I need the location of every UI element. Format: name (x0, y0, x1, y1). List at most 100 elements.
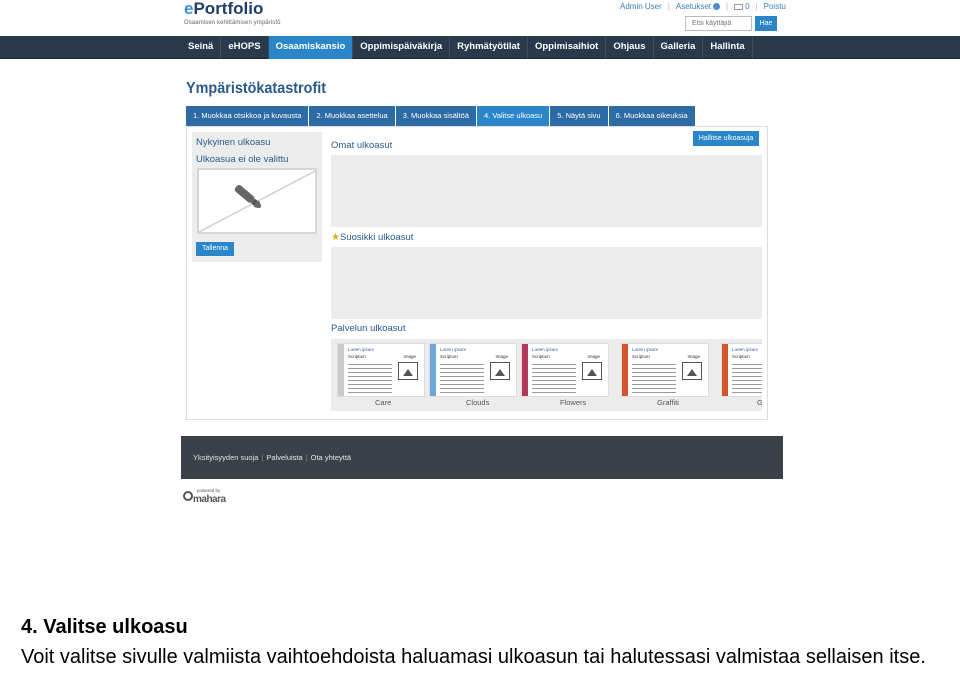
own-themes-heading: Omat ulkoasut (331, 140, 393, 151)
thumb-title: Lorem ipsum (440, 347, 467, 352)
nav-item-hallinta[interactable]: Hallinta (703, 36, 753, 59)
theme-name-flowers[interactable]: Flowers (560, 398, 586, 407)
nav-item-oppimispaivakirja[interactable]: Oppimispäiväkirja (353, 36, 451, 59)
mahara-logo-icon (183, 491, 193, 501)
nav-item-ehops[interactable]: eHOPS (221, 36, 269, 59)
mahara-text: mahara (193, 494, 226, 505)
thumb-text-lines (732, 361, 762, 395)
step-6-tab[interactable]: 6. Muokkaa oikeuksia (608, 106, 696, 126)
save-button[interactable]: Tallenna (196, 242, 234, 256)
current-theme-panel: Nykyinen ulkoasu Ulkoasua ei ole valittu… (192, 132, 322, 262)
thumb-col1: Scriptum (348, 354, 366, 359)
theme-thumb-care[interactable]: Lorem ipsum Scriptum Image (337, 343, 425, 397)
footer-link-services[interactable]: Palveluista (266, 453, 302, 462)
step-1-tab[interactable]: 1. Muokkaa otsikkoa ja kuvausta (186, 106, 310, 126)
thumb-col2: Image (687, 354, 700, 359)
thumb-col2: Image (403, 354, 416, 359)
nav-item-seina[interactable]: Seinä (181, 36, 222, 59)
step-3-tab[interactable]: 3. Muokkaa sisältöä (395, 106, 477, 126)
search-input[interactable] (685, 16, 752, 31)
current-theme-value: Ulkoasua ei ole valittu (196, 154, 289, 165)
step-5-tab[interactable]: 5. Näytä sivu (550, 106, 609, 126)
thumb-col1: Scriptum (632, 354, 650, 359)
eportfolio-logo[interactable]: ePortfolio Osaamisen kehittämisen ympäri… (184, 0, 281, 26)
theme-thumb-clouds[interactable]: Lorem ipsum Scriptum Image (429, 343, 517, 397)
theme-color-bar (722, 344, 728, 396)
thumb-col1: Scriptum (732, 354, 750, 359)
image-icon (682, 362, 702, 380)
thumb-title: Lorem ipsum (348, 347, 375, 352)
mahara-logo[interactable]: powered by mahara (183, 488, 237, 508)
image-icon (398, 362, 418, 380)
theme-name-care[interactable]: Care (375, 398, 391, 407)
separator: | (305, 453, 308, 462)
thumb-col1: Scriptum (440, 354, 458, 359)
theme-thumb-partial[interactable]: Lorem ipsum Scriptum (721, 343, 762, 397)
theme-color-bar (522, 344, 528, 396)
theme-color-bar (430, 344, 436, 396)
theme-preview (197, 168, 317, 234)
service-themes-list: Lorem ipsum Scriptum Image Care Lorem ip… (331, 339, 762, 411)
messages-count: 0 (745, 2, 750, 11)
footer-link-privacy[interactable]: Yksityisyyden suoja (193, 453, 258, 462)
thumb-title: Lorem ipsum (732, 347, 759, 352)
user-profile-link[interactable]: Admin User (620, 2, 662, 11)
nav-item-galleria[interactable]: Galleria (654, 36, 704, 59)
favorite-themes-heading: ★Suosikki ulkoasut (331, 232, 413, 243)
logo-tagline: Osaamisen kehittämisen ympäristö (184, 20, 281, 26)
current-theme-heading: Nykyinen ulkoasu (196, 137, 271, 148)
main-nav: Seinä eHOPS Osaamiskansio Oppimispäiväki… (0, 36, 960, 59)
mail-icon (734, 3, 744, 10)
thumb-col2: Image (495, 354, 508, 359)
logo-text: Portfolio (193, 0, 264, 18)
favorite-themes-area (331, 247, 762, 319)
manage-themes-button[interactable]: Hallitse ulkoasuja (693, 131, 759, 146)
thumb-text-lines (532, 361, 576, 395)
thumb-title: Lorem ipsum (632, 347, 659, 352)
image-icon (582, 362, 602, 380)
gear-icon (713, 3, 721, 11)
page-title: Ympäristökatastrofit (186, 80, 327, 97)
step-4-tab[interactable]: 4. Valitse ulkoasu (477, 106, 551, 126)
star-icon: ★ (331, 232, 340, 243)
footer-links: Yksityisyyden suoja | Palveluista | Ota yhte… (193, 453, 351, 462)
thumb-col1: Scriptum (532, 354, 550, 359)
nav-item-ryhmatyotilat[interactable]: Ryhmätyötilat (450, 36, 528, 59)
theme-name-clouds[interactable]: Clouds (466, 398, 489, 407)
favorite-label: Suosikki ulkoasut (339, 232, 414, 243)
powered-by-text: powered by (197, 488, 221, 493)
wizard-steps: 1. Muokkaa otsikkoa ja kuvausta 2. Muokk… (186, 106, 696, 126)
settings-link[interactable]: Asetukset (675, 2, 721, 11)
caption-body: Voit valitse sivulle valmiista vaihtoehd… (21, 646, 926, 668)
separator: | (667, 2, 670, 11)
thumb-title: Lorem ipsum (532, 347, 559, 352)
user-links: Admin User | Asetukset | 0 | Poistu (620, 2, 786, 11)
nav-item-osaamiskansio[interactable]: Osaamiskansio (268, 36, 354, 59)
thumb-text-lines (348, 361, 392, 395)
logout-link[interactable]: Poistu (764, 2, 786, 11)
settings-label: Asetukset (675, 2, 712, 11)
theme-name-partial[interactable]: G (757, 398, 762, 407)
thumb-text-lines (440, 361, 484, 395)
theme-color-bar (622, 344, 628, 396)
theme-thumb-flowers[interactable]: Lorem ipsum Scriptum Image (521, 343, 609, 397)
nav-item-oppimisaihiot[interactable]: Oppimisaihiot (528, 36, 607, 59)
theme-thumb-graffiti[interactable]: Lorem ipsum Scriptum Image (621, 343, 709, 397)
caption-title: 4. Valitse ulkoasu (21, 616, 188, 638)
separator: | (261, 453, 264, 462)
theme-name-graffiti[interactable]: Graffiti (657, 398, 679, 407)
theme-color-bar (338, 344, 344, 396)
separator: | (755, 2, 758, 11)
image-icon (490, 362, 510, 380)
own-themes-area (331, 155, 762, 227)
step-2-tab[interactable]: 2. Muokkaa asettelua (309, 106, 396, 126)
thumb-col2: Image (587, 354, 600, 359)
nav-item-ohjaus[interactable]: Ohjaus (606, 36, 654, 59)
thumb-text-lines (632, 361, 676, 395)
user-search: Hae (685, 16, 777, 31)
messages-link[interactable]: 0 (734, 2, 750, 11)
search-button[interactable]: Hae (755, 16, 777, 31)
separator: | (726, 2, 729, 11)
service-themes-heading: Palvelun ulkoasut (331, 323, 406, 334)
footer-link-contact[interactable]: Ota yhteyttä (311, 453, 351, 462)
